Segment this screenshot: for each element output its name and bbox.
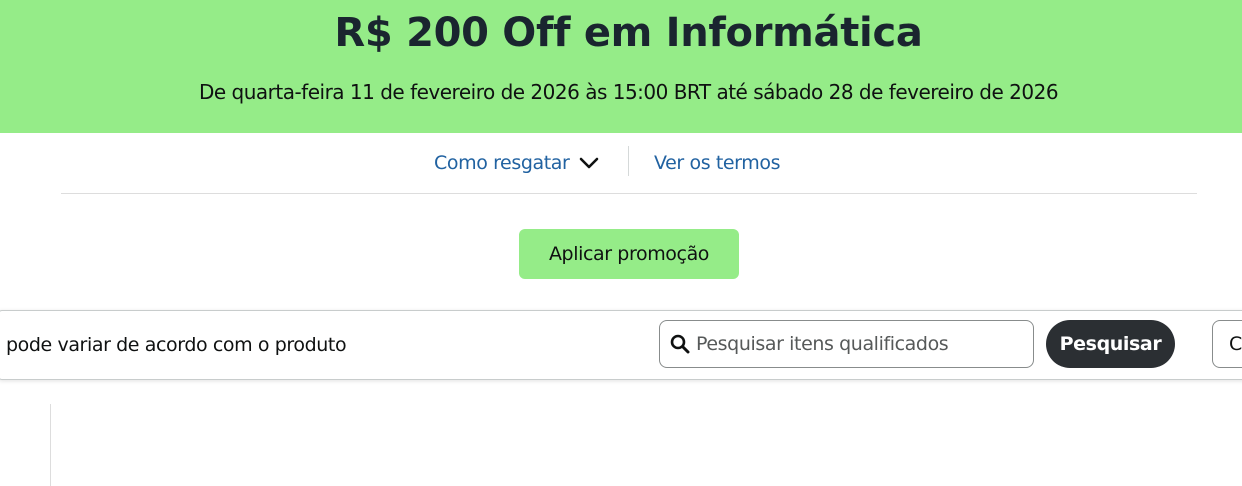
- price-variation-note: pode variar de acordo com o produto: [6, 334, 347, 356]
- promo-dates: De quarta-feira 11 de fevereiro de 2026 …: [198, 80, 1059, 104]
- content-area-edge: [50, 404, 51, 486]
- promo-banner: R$ 200 Off em Informática De quarta-feir…: [0, 0, 1242, 133]
- promo-title: R$ 200 Off em Informática: [334, 10, 923, 56]
- search-icon: [670, 334, 690, 354]
- how-to-redeem-label: Como resgatar: [434, 152, 570, 174]
- section-divider: [61, 193, 1197, 194]
- search-box[interactable]: [659, 320, 1034, 368]
- apply-promotion-button[interactable]: Aplicar promoção: [519, 229, 739, 279]
- promo-links-row: Como resgatar Ver os termos: [0, 146, 1242, 180]
- partial-button[interactable]: C: [1212, 320, 1242, 368]
- search-button[interactable]: Pesquisar: [1046, 320, 1175, 368]
- filter-toolbar: pode variar de acordo com o produto Pesq…: [0, 310, 1242, 380]
- chevron-down-icon: [580, 157, 599, 169]
- view-terms-link[interactable]: Ver os termos: [654, 150, 780, 176]
- links-separator: [628, 146, 629, 176]
- search-input[interactable]: [696, 321, 1026, 367]
- how-to-redeem-link[interactable]: Como resgatar: [434, 150, 599, 176]
